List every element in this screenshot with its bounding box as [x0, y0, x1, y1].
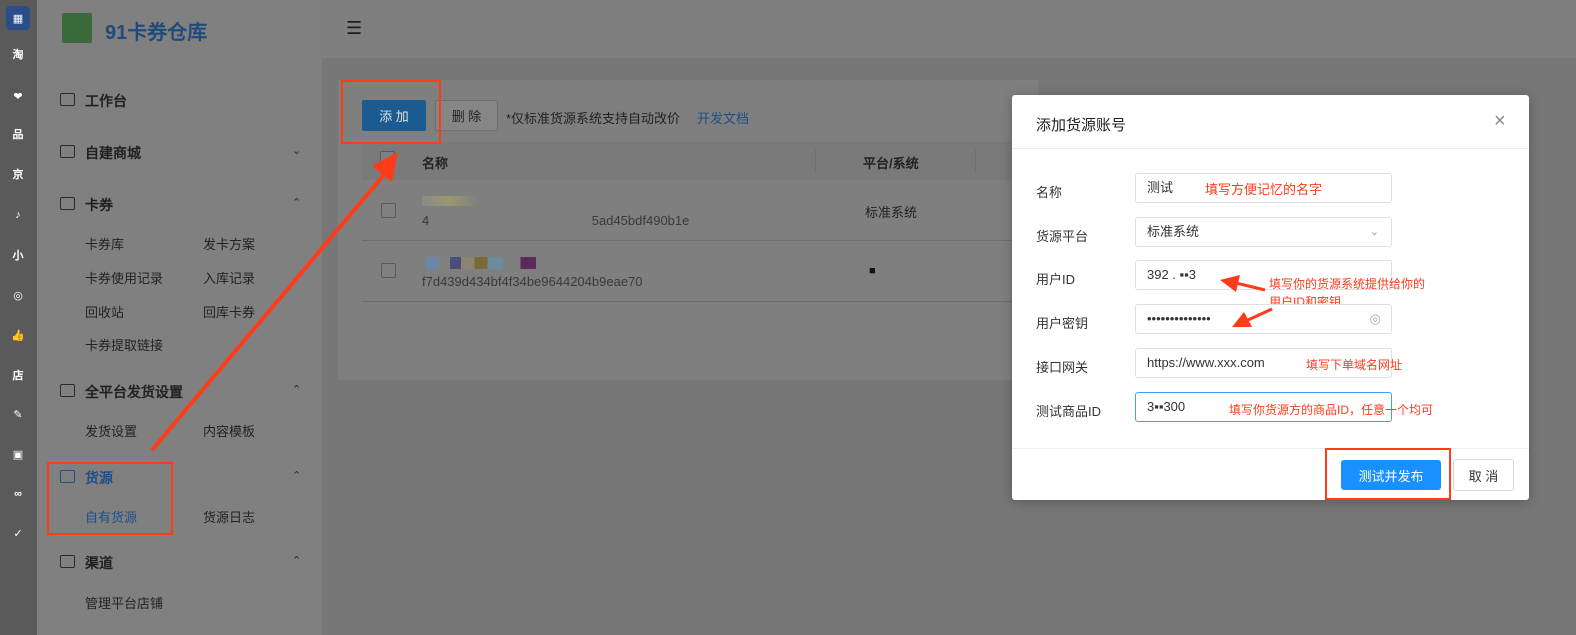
arrow-head-icon [1220, 275, 1240, 292]
arrow-line [1247, 307, 1273, 322]
arrow-line [1235, 281, 1266, 292]
annotation-arrows [1220, 275, 1273, 327]
